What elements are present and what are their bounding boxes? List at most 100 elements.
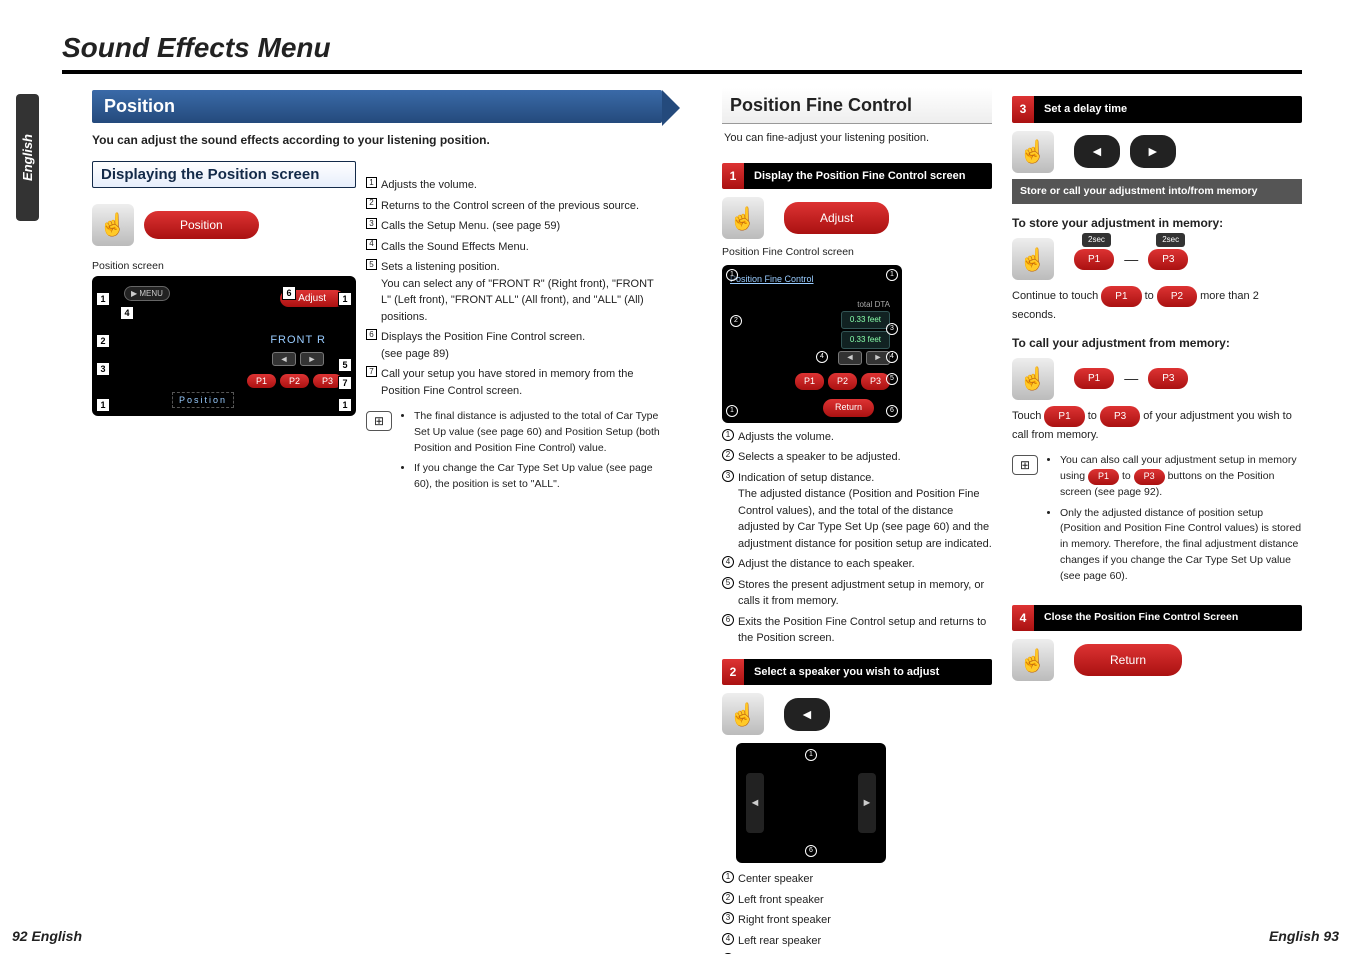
preset-p3-button[interactable]: P3 [1148,368,1188,389]
callout-circle-1c: 1 [726,405,738,417]
fine-control-header: Position Fine Control [722,88,992,124]
title-rule [62,70,1302,74]
preset-p1-button[interactable]: P1 [795,373,824,391]
position-bottom-label: Position [172,392,234,408]
preset-p1-button[interactable]: P1 [247,374,276,388]
circ-marker-1: 1 [722,429,734,441]
callout-box-3: 3 [96,362,110,376]
distance-value-2: 0.33 feet [841,331,890,349]
preset-p1-button[interactable]: P1 [1074,368,1114,389]
arrow-left-icon[interactable]: ◄ [272,352,296,366]
num-marker-7: 7 [366,366,377,377]
preset-p2-button[interactable]: P2 [280,374,309,388]
step-title-2: Select a speaker you wish to adjust [744,659,992,686]
arrow-left-icon[interactable]: ◄ [838,351,862,365]
callout-circle-2: 2 [730,315,742,327]
note-item: You can also call your adjustment setup … [1060,453,1302,500]
arrow-right-icon[interactable]: ► [858,773,876,833]
spk-callout-1: 1 [805,749,817,761]
call-instruction: Touch P1 to P3 of your adjustment you wi… [1012,406,1302,444]
preset-p2-inline: P2 [1157,286,1197,307]
position-intro: You can adjust the sound effects accordi… [92,133,652,147]
circ-marker-2: 2 [722,892,734,904]
note-item: The final distance is adjusted to the to… [414,409,662,456]
return-button[interactable]: Return [1074,644,1182,676]
note-list: The final distance is adjusted to the to… [400,409,662,498]
preset-p1-inline: P1 [1088,469,1119,485]
arrow-left-icon[interactable]: ◄ [746,773,764,833]
circ-marker-4: 4 [722,556,734,568]
touch-icon: ☝ [722,693,764,735]
range-tilde: — [1124,249,1138,270]
list-item: Selects a speaker to be adjusted. [738,449,992,466]
page-title: Sound Effects Menu [62,32,331,64]
callout-circle-4b: 4 [886,351,898,363]
store-call-header: Store or call your adjustment into/from … [1012,179,1302,205]
callout-box-6: 6 [282,286,296,300]
menu-button[interactable]: ▶ MENU [124,286,170,301]
callout-box-br1: 1 [338,398,352,412]
position-section-banner: Position [92,90,662,123]
note-item: If you change the Car Type Set Up value … [414,461,662,493]
preset-p2-button[interactable]: P2 [828,373,857,391]
list-item: Sets a listening position.You can select… [381,259,662,325]
circ-marker-2: 2 [722,449,734,461]
range-tilde: — [1124,368,1138,389]
list-item: Stores the present adjustment setup in m… [738,577,992,610]
distance-value-1: 0.33 feet [841,311,890,329]
note-icon: ⊞ [1012,455,1038,475]
list-item: Calls the Sound Effects Menu. [381,239,662,256]
callout-circle-5: 5 [886,373,898,385]
callout-circle-6: 6 [886,405,898,417]
position-list: 1Adjusts the volume. 2Returns to the Con… [366,177,662,399]
touch-icon: ☝ [1012,131,1054,173]
spk-callout-6: 6 [805,845,817,857]
list-item: Left rear speaker [738,933,992,950]
circ-marker-6: 6 [722,614,734,626]
num-marker-2: 2 [366,198,377,209]
step-title-3: Set a delay time [1034,96,1302,123]
list-item: Adjusts the volume. [738,429,992,446]
return-button[interactable]: Return [823,399,874,417]
callout-box-2: 2 [96,334,110,348]
preset-p1-inline: P1 [1101,286,1141,307]
callout-box-4: 4 [120,306,134,320]
two-sec-label: 2sec [1082,233,1111,247]
position-button[interactable]: Position [144,211,259,239]
speaker-left-button[interactable]: ◄ [784,698,830,731]
preset-p3-button[interactable]: P3 [1148,249,1188,270]
fine-control-sub: You can fine-adjust your listening posit… [722,130,992,155]
arrow-right-icon[interactable]: ► [300,352,324,366]
num-marker-1: 1 [366,177,377,188]
note-item: Only the adjusted distance of position s… [1060,506,1302,585]
total-dta-label: total DTA [857,299,890,311]
delay-left-button[interactable]: ◄ [1074,135,1120,168]
circ-marker-4: 4 [722,933,734,945]
fine-screen-caption: Position Fine Control screen [722,245,992,261]
two-sec-label: 2sec [1156,233,1185,247]
front-r-label: FRONT R [270,334,326,346]
touch-icon: ☝ [1012,639,1054,681]
step-number-3: 3 [1012,96,1034,123]
adjust-button[interactable]: Adjust [784,202,889,234]
list-item: Returns to the Control screen of the pre… [381,198,662,215]
store-instruction: Continue to touch P1 to P2 more than 2 s… [1012,286,1302,324]
circ-marker-3: 3 [722,470,734,482]
callout-circle-1b: 1 [886,269,898,281]
num-marker-4: 4 [366,239,377,250]
list-item: Calls the Setup Menu. (see page 59) [381,218,662,235]
callout-box-b1: 1 [96,398,110,412]
call-heading: To call your adjustment from memory: [1012,334,1302,352]
note-icon: ⊞ [366,411,392,431]
num-marker-3: 3 [366,218,377,229]
list-item: Exits the Position Fine Control setup an… [738,614,992,647]
delay-right-button[interactable]: ► [1130,135,1176,168]
list-item: Right front speaker [738,912,992,929]
callout-circle-3: 3 [886,323,898,335]
callout-box-r1: 1 [338,292,352,306]
preset-p1-button[interactable]: P1 [1074,249,1114,270]
list-item: Call your setup you have stored in memor… [381,366,662,399]
preset-p3-inline: P3 [1134,469,1165,485]
callout-circle-4a: 4 [816,351,828,363]
position-screen-shot: ▶ MENU Adjust FRONT R ◄ ► P1 P2 P3 Posit… [92,276,356,416]
